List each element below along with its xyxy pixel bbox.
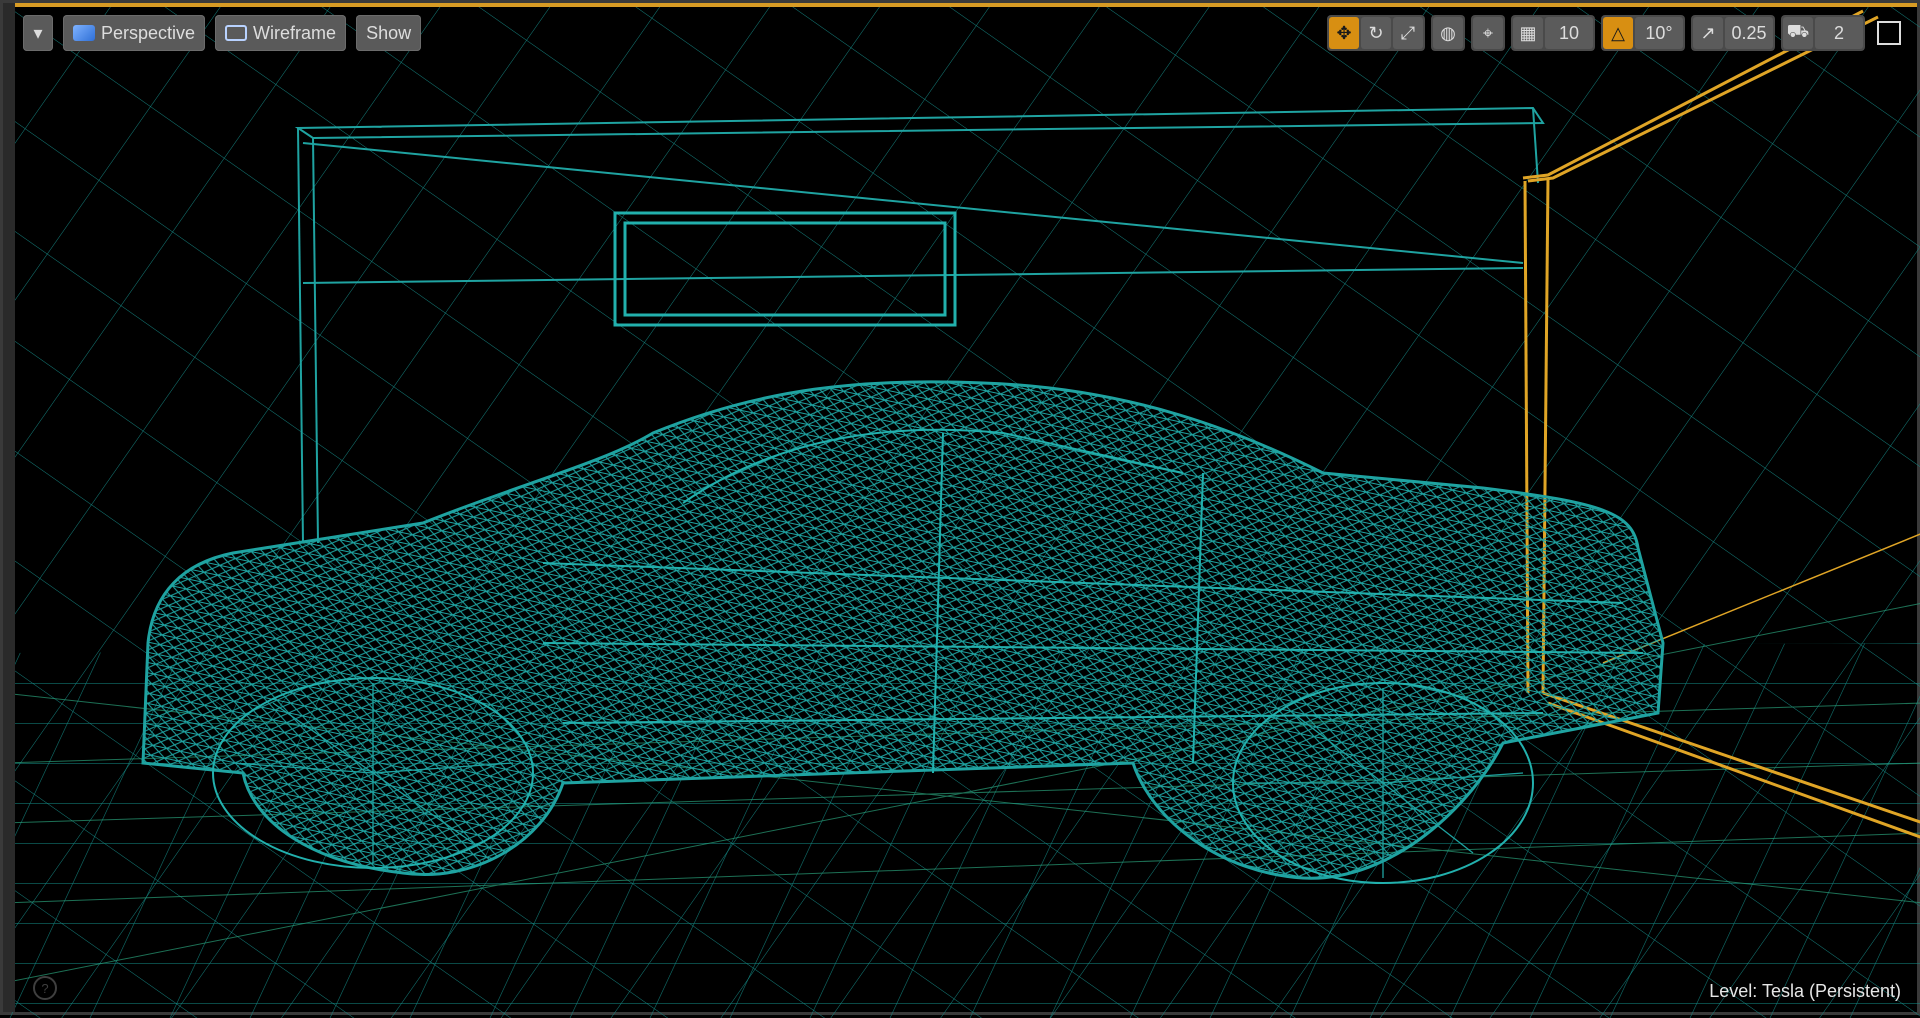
show-label: Show — [366, 22, 412, 43]
perspective-cube-icon — [73, 25, 95, 41]
scale-snap-value[interactable]: 0.25 — [1725, 17, 1773, 49]
viewport[interactable]: ▾ Perspective Wireframe Show ✥ ↻ ⤢ ◍ ⌖ ▦… — [0, 0, 1920, 1018]
camera-speed-icon[interactable]: ⛟ — [1783, 17, 1813, 49]
chevron-down-icon: ▾ — [33, 22, 43, 43]
help-icon[interactable]: ? — [33, 976, 57, 1000]
coordinate-system: ◍ — [1431, 15, 1465, 51]
scale-snap-group: ↗ 0.25 — [1691, 15, 1775, 51]
surface-snapping: ⌖ — [1471, 15, 1505, 51]
translate-tool-icon[interactable]: ✥ — [1329, 17, 1359, 49]
camera-speed-value[interactable]: 2 — [1815, 17, 1863, 49]
viewport-toolbar-right: ✥ ↻ ⤢ ◍ ⌖ ▦ 10 △ 10° ↗ 0.25 ⛟ 2 — [1327, 15, 1901, 51]
world-coordinates-icon[interactable]: ◍ — [1433, 17, 1463, 49]
rotation-snap-group: △ 10° — [1601, 15, 1685, 51]
viewport-toolbar-left: ▾ Perspective Wireframe Show — [23, 15, 422, 51]
level-indicator: Level: Tesla (Persistent) — [1709, 981, 1901, 1002]
viewport-options-button[interactable]: ▾ — [23, 15, 53, 51]
transform-tools: ✥ ↻ ⤢ — [1327, 15, 1425, 51]
perspective-label: Perspective — [101, 22, 196, 43]
rotation-snap-value[interactable]: 10° — [1635, 17, 1683, 49]
maximize-viewport-icon[interactable] — [1877, 21, 1901, 45]
grid-snap-icon[interactable]: ▦ — [1513, 17, 1543, 49]
scale-snap-icon[interactable]: ↗ — [1693, 17, 1723, 49]
rotation-snap-icon[interactable]: △ — [1603, 17, 1633, 49]
scale-tool-icon[interactable]: ⤢ — [1393, 17, 1423, 49]
view-mode-button[interactable]: Wireframe — [215, 15, 347, 51]
rotate-tool-icon[interactable]: ↻ — [1361, 17, 1391, 49]
grid-snap-value[interactable]: 10 — [1545, 17, 1593, 49]
view-mode-label: Wireframe — [253, 22, 337, 43]
perspective-button[interactable]: Perspective — [63, 15, 206, 51]
level-prefix: Level: — [1709, 981, 1758, 1001]
level-name: Tesla (Persistent) — [1761, 981, 1901, 1001]
wireframe-cube-icon — [225, 25, 248, 41]
surface-snapping-icon[interactable]: ⌖ — [1473, 17, 1503, 49]
show-button[interactable]: Show — [356, 15, 422, 51]
camera-speed-group: ⛟ 2 — [1781, 15, 1865, 51]
wireframe-scene[interactable] — [3, 3, 1920, 1018]
grid-snap-group: ▦ 10 — [1511, 15, 1595, 51]
